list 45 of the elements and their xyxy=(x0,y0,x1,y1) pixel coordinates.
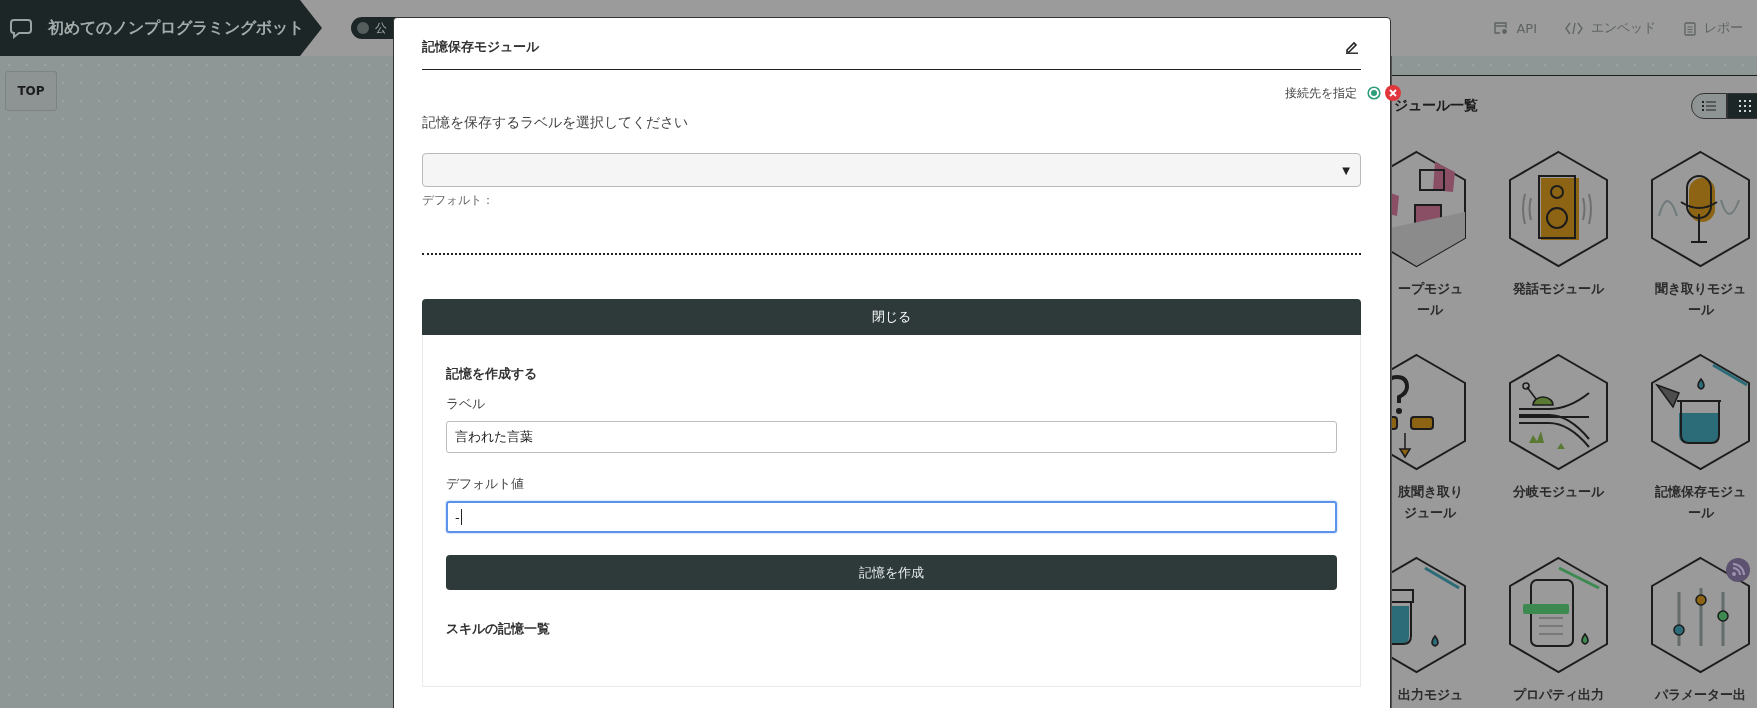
window-gear-icon xyxy=(1494,21,1509,35)
grid-icon xyxy=(1739,100,1751,112)
module-label: 出力モジュ xyxy=(1397,686,1463,704)
module-label: プロパティ出力 xyxy=(1513,686,1604,704)
code-icon xyxy=(1565,21,1583,35)
panel-title: ジュール一覧 xyxy=(1394,97,1478,115)
module-label: ープモジュ ール xyxy=(1397,280,1463,319)
list-view-button[interactable] xyxy=(1691,93,1727,119)
module-label: 聞き取りモジュ ール xyxy=(1655,280,1746,319)
close-icon[interactable] xyxy=(1385,85,1401,101)
cubes-drawing[interactable] xyxy=(1392,150,1468,268)
bot-title: 初めてのノンプログラミングボット xyxy=(48,17,304,39)
section-heading: スキルの記憶一覧 xyxy=(446,620,551,638)
radio-icon[interactable] xyxy=(1367,86,1381,100)
question-drawing[interactable] xyxy=(1392,353,1468,471)
prompt-text: 記憶を保存するラベルを選択してください xyxy=(422,113,689,132)
close-button[interactable]: 閉じる xyxy=(422,299,1361,335)
label-select[interactable]: ▼ xyxy=(422,153,1361,187)
module-label: 記憶保存モジュ ール xyxy=(1655,483,1746,522)
section-heading: 記憶を作成する xyxy=(446,365,538,383)
railway-drawing[interactable] xyxy=(1507,353,1610,471)
create-button[interactable]: 記憶を作成 xyxy=(446,555,1337,590)
default-note: デフォルト： xyxy=(422,192,495,209)
input-field[interactable]: 言われた言葉 xyxy=(446,421,1337,453)
water-tank-drawing[interactable] xyxy=(1392,556,1468,674)
beaker-drawing[interactable] xyxy=(1649,353,1752,471)
module-label: 肢聞き取り ジュール xyxy=(1397,483,1463,522)
module-label: 分岐モジュール xyxy=(1513,483,1604,501)
speaker-drawing[interactable] xyxy=(1507,150,1610,268)
grid-view-button[interactable] xyxy=(1727,93,1757,119)
clipboard-icon xyxy=(1684,20,1696,36)
microphone-drawing[interactable] xyxy=(1649,150,1752,268)
module-label: パラメーター出 xyxy=(1655,686,1746,704)
connect-label: 接続先を指定 xyxy=(1285,84,1357,102)
pencil-icon[interactable] xyxy=(1345,39,1359,54)
dialog-title: 記憶保存モジュール xyxy=(422,37,539,56)
chat-bubble-icon xyxy=(10,17,32,39)
phone-checklist-drawing[interactable] xyxy=(1507,556,1610,674)
module-label: 発話モジュール xyxy=(1513,280,1604,298)
input-field[interactable]: - xyxy=(446,501,1337,533)
sliders-drawing[interactable] xyxy=(1649,556,1752,674)
field-label: ラベル xyxy=(446,395,486,413)
top-button[interactable]: TOP xyxy=(5,71,57,111)
list-icon xyxy=(1702,100,1716,112)
field-label: デフォルト値 xyxy=(446,475,525,493)
